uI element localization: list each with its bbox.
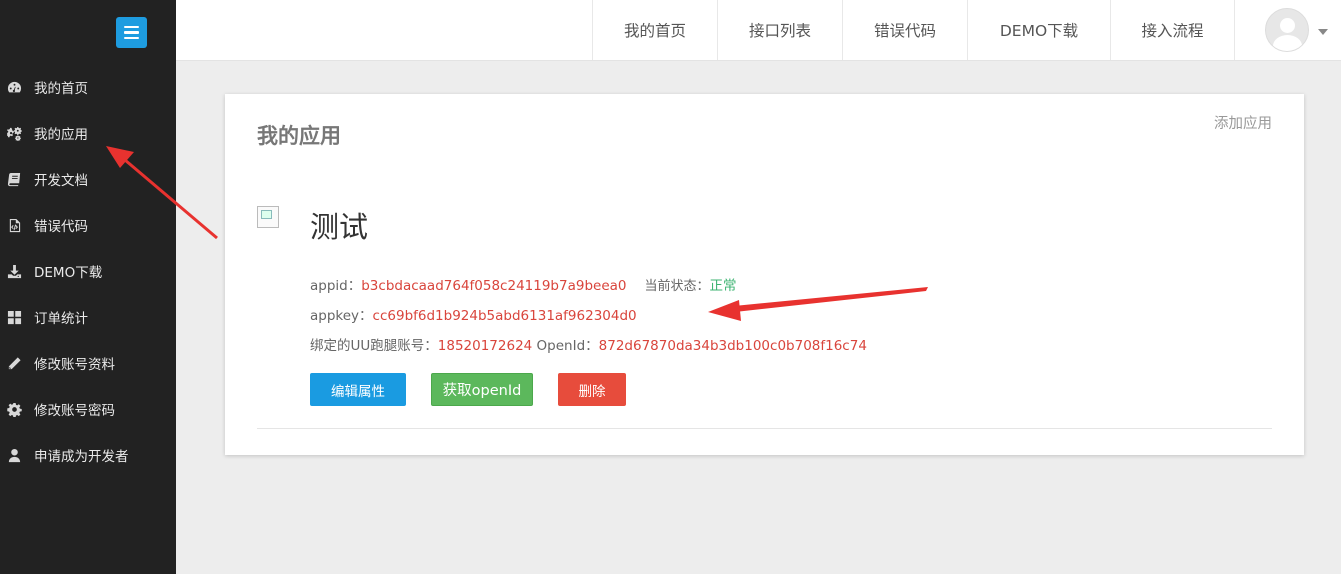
get-openid-button[interactable]: 获取openId (431, 373, 533, 406)
app-name: 测试 (310, 210, 369, 244)
sidebar-item-label: 申请成为开发者 (34, 449, 129, 465)
appid-row: appid：b3cbdacaad764f058c24119b7a9beea0 当前… (310, 274, 737, 294)
bound-account-row: 绑定的UU跑腿账号：18520172624 OpenId：872d67870da… (310, 334, 867, 354)
download-icon (6, 263, 22, 279)
divider (257, 428, 1272, 429)
appid-label: appid： (310, 278, 362, 294)
sidebar-item-label: 修改账号资料 (34, 357, 115, 373)
pencil-icon (6, 355, 22, 371)
sidebar-item-label: 开发文档 (34, 173, 88, 189)
gears-icon (6, 125, 22, 141)
sidebar-item-label: 订单统计 (34, 311, 88, 327)
sidebar-item-my-apps[interactable]: 我的应用 (0, 110, 176, 156)
user-menu[interactable] (1234, 0, 1341, 60)
edit-properties-button[interactable]: 编辑属性 (310, 373, 406, 406)
sidebar: 我的首页 我的应用 开发文档 错误代码 DEMO下载 订单统计 修改账号资料 修… (0, 0, 176, 574)
status-label: 当前状态： (644, 279, 710, 294)
sidebar-item-error-codes[interactable]: 错误代码 (0, 202, 176, 248)
avatar-body (1273, 35, 1302, 51)
hamburger-icon-bar (124, 36, 139, 40)
sidebar-item-dev-docs[interactable]: 开发文档 (0, 156, 176, 202)
appkey-value: cc69bf6d1b924b5abd6131af962304d0 (372, 308, 637, 324)
appid-value: b3cbdacaad764f058c24119b7a9beea0 (361, 278, 627, 294)
sidebar-item-label: 我的首页 (34, 81, 88, 97)
avatar-head (1280, 18, 1295, 33)
nav-item-home[interactable]: 我的首页 (592, 0, 717, 60)
delete-button[interactable]: 删除 (558, 373, 626, 406)
grid-icon (6, 309, 22, 325)
openid-label: OpenId： (536, 338, 599, 354)
sidebar-item-change-password[interactable]: 修改账号密码 (0, 386, 176, 432)
avatar (1265, 8, 1309, 52)
hamburger-icon-bar (124, 25, 139, 29)
broken-image-icon (257, 206, 279, 228)
openid-value: 872d67870da34b3db100c0b708f16c74 (598, 338, 867, 354)
chevron-down-icon (1318, 29, 1328, 35)
nav-item-access-flow[interactable]: 接入流程 (1110, 0, 1234, 60)
bound-account-value: 18520172624 (437, 338, 533, 354)
sidebar-item-label: 我的应用 (34, 127, 88, 143)
sidebar-item-label: DEMO下载 (34, 265, 103, 281)
dashboard-icon (6, 79, 22, 95)
appkey-label: appkey： (310, 308, 373, 324)
page-title: 我的应用 (257, 124, 341, 148)
sidebar-item-demo-download[interactable]: DEMO下载 (0, 248, 176, 294)
status-value: 正常 (709, 278, 737, 294)
book-icon (6, 171, 22, 187)
gear-icon (6, 401, 22, 417)
user-icon (6, 447, 22, 463)
sidebar-item-label: 错误代码 (34, 219, 88, 235)
add-app-link[interactable]: 添加应用 (1214, 112, 1272, 133)
appkey-row: appkey：cc69bf6d1b924b5abd6131af962304d0 (310, 304, 637, 324)
sidebar-item-label: 修改账号密码 (34, 403, 115, 419)
hamburger-icon-bar (124, 31, 139, 34)
bound-account-label: 绑定的UU跑腿账号： (310, 338, 438, 354)
nav-item-api-list[interactable]: 接口列表 (717, 0, 842, 60)
sidebar-item-order-stats[interactable]: 订单统计 (0, 294, 176, 340)
nav-item-error-codes[interactable]: 错误代码 (842, 0, 967, 60)
menu-toggle-button[interactable] (116, 17, 147, 48)
sidebar-item-edit-profile[interactable]: 修改账号资料 (0, 340, 176, 386)
my-apps-panel: 我的应用 添加应用 测试 appid：b3cbdacaad764f058c241… (225, 94, 1304, 455)
sidebar-item-become-developer[interactable]: 申请成为开发者 (0, 432, 176, 478)
nav-item-demo-download[interactable]: DEMO下载 (967, 0, 1110, 60)
sidebar-item-home[interactable]: 我的首页 (0, 64, 176, 110)
code-file-icon (6, 217, 22, 233)
